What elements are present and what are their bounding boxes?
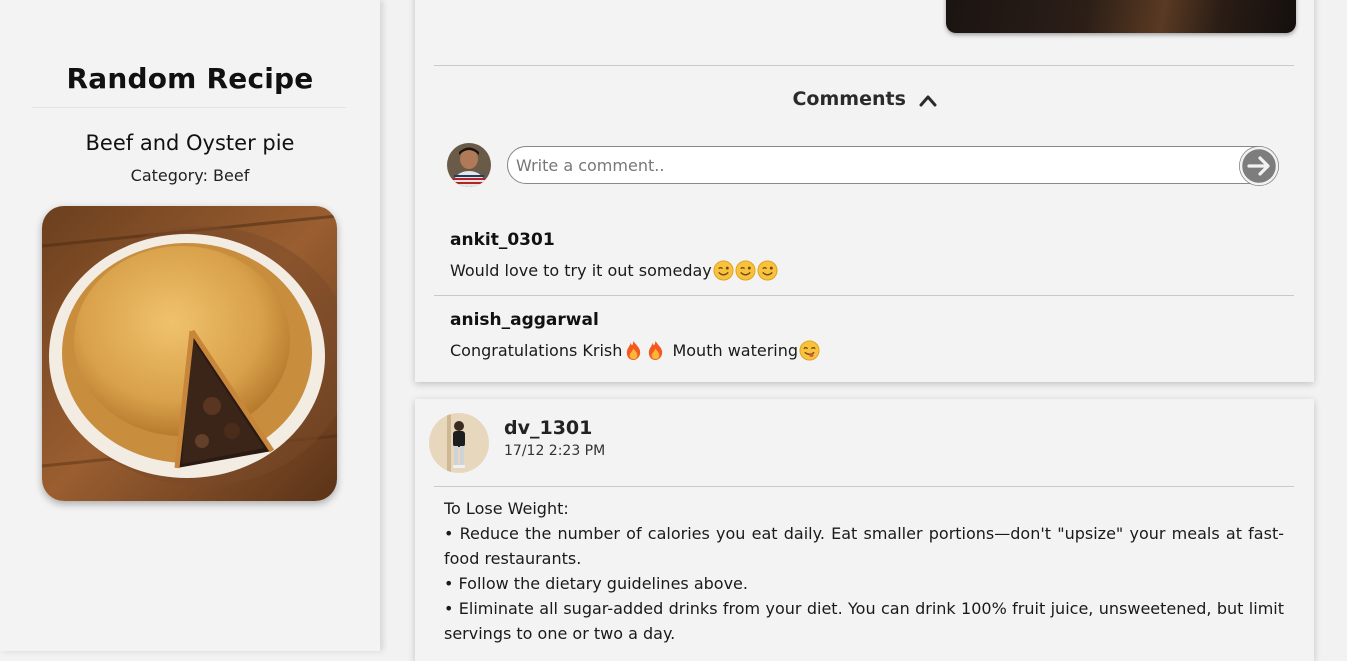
fire-emoji-icon bbox=[649, 340, 663, 361]
random-recipe-heading: Random Recipe bbox=[66, 62, 314, 95]
recipe-image[interactable] bbox=[42, 206, 337, 501]
recipe-name[interactable]: Beef and Oyster pie bbox=[0, 131, 380, 155]
send-comment-button[interactable] bbox=[1239, 146, 1279, 186]
avatar[interactable] bbox=[429, 413, 489, 473]
category-label: Category: bbox=[130, 166, 208, 185]
comments-toggle-button[interactable]: Comments bbox=[415, 88, 1314, 110]
comment-item: ankit_0301 Would love to try it out some… bbox=[450, 230, 1290, 281]
divider bbox=[434, 65, 1294, 66]
post-body: To Lose Weight: • Reduce the number of c… bbox=[444, 496, 1284, 646]
recipe-category: Category: Beef bbox=[0, 166, 380, 185]
fire-emoji-icon bbox=[627, 340, 641, 361]
post-timestamp: 17/12 2:23 PM bbox=[504, 443, 606, 459]
random-recipe-sidebar: Random Recipe Beef and Oyster pie Catego… bbox=[0, 0, 380, 651]
comment-text-body: Would love to try it out someday bbox=[450, 261, 712, 280]
yum-emoji-icon bbox=[799, 340, 820, 361]
comment-username[interactable]: ankit_0301 bbox=[450, 230, 1290, 250]
comment-text: Would love to try it out someday bbox=[450, 260, 1290, 281]
post-line: • Reduce the number of calories you eat … bbox=[444, 524, 1284, 568]
post-image[interactable] bbox=[946, 0, 1296, 33]
comment-text: Congratulations Krish Mouth watering bbox=[450, 340, 1290, 361]
wink-emoji-icon bbox=[757, 260, 778, 281]
comment-text-body: Congratulations Krish bbox=[450, 341, 623, 360]
post-line: To Lose Weight: bbox=[444, 499, 569, 518]
divider bbox=[434, 486, 1294, 487]
post-card: Comments ankit_0301 Would love to try it… bbox=[415, 0, 1314, 382]
wink-emoji-icon bbox=[735, 260, 756, 281]
chevron-up-icon bbox=[919, 95, 937, 107]
comment-item: anish_aggarwal Congratulations Krish Mou… bbox=[450, 310, 1290, 361]
comment-input[interactable] bbox=[507, 146, 1277, 184]
post-username[interactable]: dv_1301 bbox=[504, 417, 592, 439]
wink-emoji-icon bbox=[713, 260, 734, 281]
user-avatar-icon bbox=[429, 413, 489, 473]
post-line: • Eliminate all sugar-added drinks from … bbox=[444, 599, 1284, 643]
divider bbox=[434, 295, 1294, 296]
user-avatar-icon bbox=[447, 143, 491, 187]
pie-photo-icon bbox=[42, 206, 337, 501]
comments-label: Comments bbox=[792, 88, 906, 110]
divider bbox=[32, 107, 346, 108]
comment-text-body: Mouth watering bbox=[667, 341, 799, 360]
comment-username[interactable]: anish_aggarwal bbox=[450, 310, 1290, 330]
post-card: dv_1301 17/12 2:23 PM To Lose Weight: • … bbox=[415, 399, 1314, 661]
category-value: Beef bbox=[213, 166, 250, 185]
avatar bbox=[447, 143, 491, 187]
arrow-right-icon bbox=[1239, 146, 1279, 186]
post-line: • Follow the dietary guidelines above. bbox=[444, 574, 748, 593]
